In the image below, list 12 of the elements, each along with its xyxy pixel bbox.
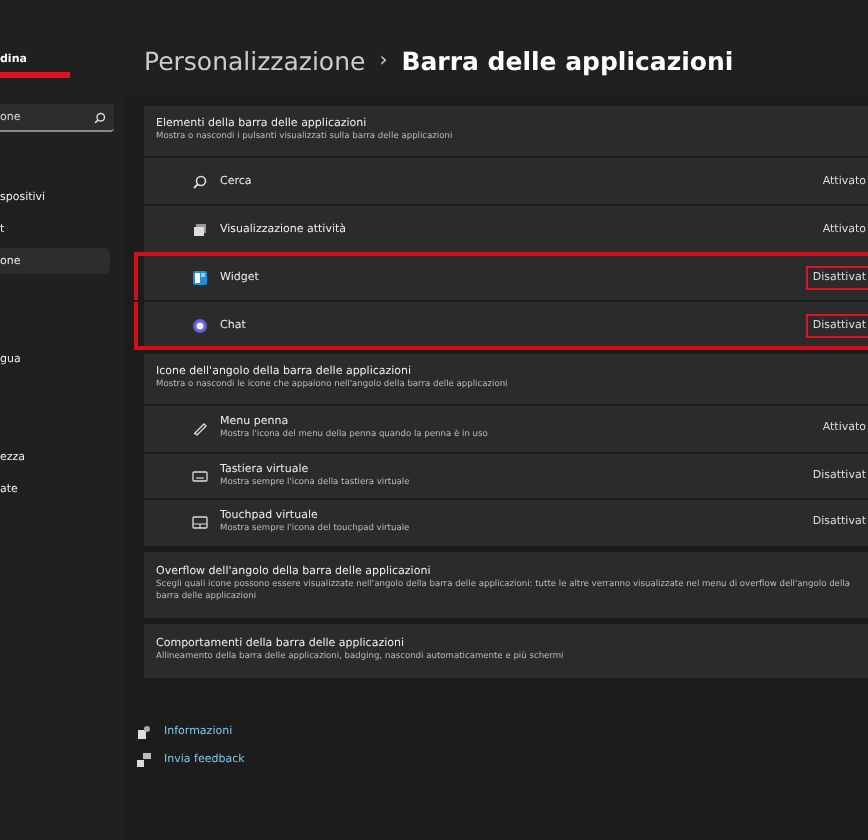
breadcrumb-separator: ›	[379, 49, 388, 71]
chat-icon	[192, 317, 208, 334]
keyboard-icon	[192, 467, 208, 484]
pen-icon	[192, 420, 208, 437]
touchpad-icon	[192, 514, 208, 531]
breadcrumb-link[interactable]: Personalizzazione	[144, 45, 366, 75]
stacked-windows-icon	[192, 221, 208, 238]
search-icon	[94, 111, 106, 123]
search-icon	[192, 173, 208, 190]
redaction-bar	[0, 72, 70, 78]
page-title: Barra delle applicazioni	[401, 45, 734, 75]
widget-icon	[192, 269, 208, 286]
